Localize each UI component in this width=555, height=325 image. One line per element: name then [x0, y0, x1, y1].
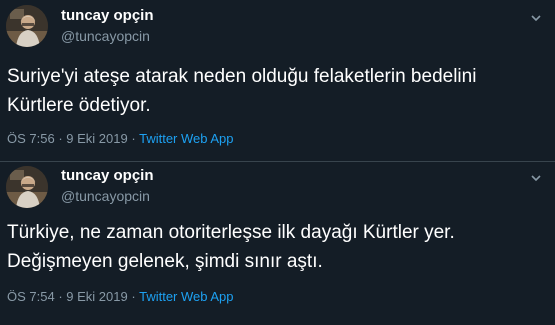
- author-handle[interactable]: @tuncayopcin: [61, 28, 150, 44]
- meta-separator: ·: [131, 131, 136, 146]
- avatar-image: [6, 166, 48, 208]
- meta-separator: ·: [58, 289, 63, 304]
- tweet-time[interactable]: ÖS 7:56: [7, 131, 55, 146]
- tweet-date[interactable]: 9 Eki 2019: [66, 131, 127, 146]
- tweet-meta: ÖS 7:56 · 9 Eki 2019 · Twitter Web App: [7, 131, 234, 146]
- tweet[interactable]: tuncay opçin @tuncayopcin Suriye'yi ateş…: [0, 0, 555, 162]
- meta-separator: ·: [58, 131, 63, 146]
- tweet-source[interactable]: Twitter Web App: [139, 289, 233, 304]
- meta-separator: ·: [131, 289, 136, 304]
- author-name[interactable]: tuncay opçin: [61, 167, 154, 184]
- chevron-down-icon[interactable]: [531, 10, 541, 22]
- tweet-text: Suriye'yi ateşe atarak neden olduğu fela…: [7, 66, 477, 116]
- tweet-time[interactable]: ÖS 7:54: [7, 289, 55, 304]
- author-name[interactable]: tuncay opçin: [61, 7, 154, 24]
- tweet-source[interactable]: Twitter Web App: [139, 131, 233, 146]
- tweet-meta: ÖS 7:54 · 9 Eki 2019 · Twitter Web App: [7, 289, 234, 304]
- avatar[interactable]: [6, 5, 48, 47]
- avatar[interactable]: [6, 166, 48, 208]
- author-handle[interactable]: @tuncayopcin: [61, 188, 150, 204]
- tweet-date[interactable]: 9 Eki 2019: [66, 289, 127, 304]
- tweet[interactable]: tuncay opçin @tuncayopcin Türkiye, ne za…: [0, 162, 555, 325]
- tweet-text: Türkiye, ne zaman otoriterleşse ilk daya…: [7, 222, 455, 272]
- avatar-image: [6, 5, 48, 47]
- chevron-down-icon[interactable]: [531, 170, 541, 182]
